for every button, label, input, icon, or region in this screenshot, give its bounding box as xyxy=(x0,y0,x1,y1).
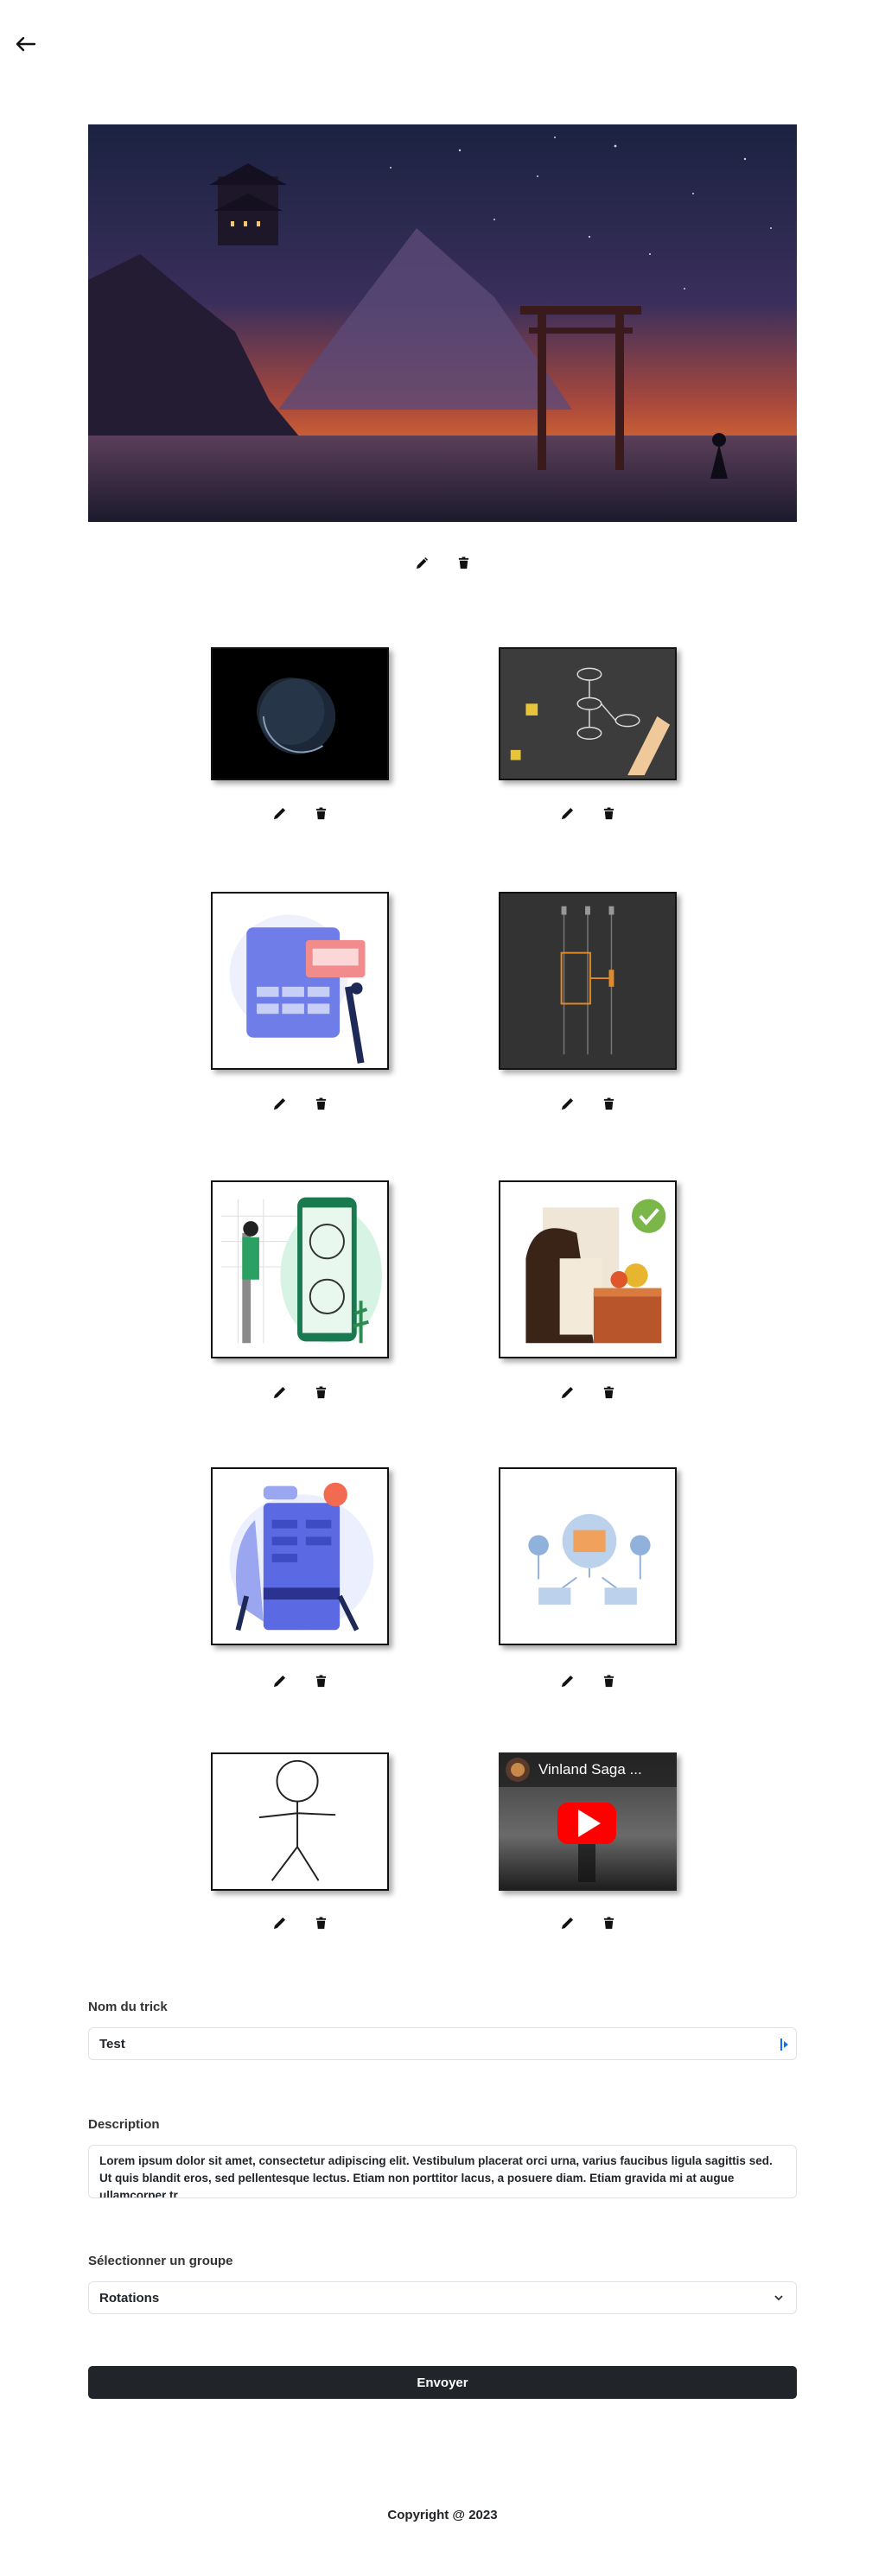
group-select[interactable]: Rotations xyxy=(88,2281,797,2314)
video-thumbnail[interactable]: Vinland Saga ... xyxy=(499,1752,677,1891)
media-thumbnail[interactable] xyxy=(211,1180,389,1358)
trash-icon xyxy=(315,1097,326,1110)
trash-icon xyxy=(603,1674,614,1687)
media-thumbnail[interactable] xyxy=(211,1752,389,1891)
trick-name-input[interactable]: Test xyxy=(88,2027,797,2060)
trash-icon xyxy=(603,806,614,819)
pencil-icon xyxy=(273,1097,285,1110)
back-button[interactable] xyxy=(12,33,38,55)
delete-media-button[interactable] xyxy=(311,1671,330,1690)
trash-icon xyxy=(603,1385,614,1398)
delete-media-button[interactable] xyxy=(311,1383,330,1402)
delete-media-button[interactable] xyxy=(599,1094,618,1113)
group-select-label: Sélectionner un groupe xyxy=(88,2254,233,2268)
trash-icon xyxy=(458,556,468,569)
trash-icon xyxy=(315,806,326,819)
trash-icon xyxy=(603,1097,614,1110)
edit-media-button[interactable] xyxy=(557,1094,576,1113)
delete-media-button[interactable] xyxy=(599,1913,618,1932)
pencil-icon xyxy=(273,1675,285,1687)
trash-icon xyxy=(315,1674,326,1687)
trash-icon xyxy=(603,1916,614,1929)
edit-media-button[interactable] xyxy=(557,1913,576,1932)
pencil-icon xyxy=(561,1386,573,1398)
pencil-icon xyxy=(273,807,285,819)
text-cursor-icon xyxy=(780,2039,788,2051)
edit-media-button[interactable] xyxy=(270,804,289,823)
video-title: Vinland Saga ... xyxy=(538,1761,642,1778)
delete-media-button[interactable] xyxy=(311,804,330,823)
edit-media-button[interactable] xyxy=(557,804,576,823)
media-thumbnail[interactable] xyxy=(211,892,389,1070)
delete-main-image-button[interactable] xyxy=(454,553,473,572)
chevron-down-icon xyxy=(774,2295,783,2301)
trash-icon xyxy=(315,1385,326,1398)
media-thumbnail[interactable] xyxy=(499,647,677,780)
pencil-icon xyxy=(561,1675,573,1687)
delete-media-button[interactable] xyxy=(599,1671,618,1690)
copyright-text: Copyright @ 2023 xyxy=(387,2508,498,2522)
trick-name-value: Test xyxy=(99,2036,125,2051)
edit-media-button[interactable] xyxy=(270,1913,289,1932)
media-thumbnail[interactable] xyxy=(211,1467,389,1645)
edit-main-image-button[interactable] xyxy=(412,553,431,572)
trick-name-label: Nom du trick xyxy=(88,2000,168,2014)
description-textarea[interactable]: Lorem ipsum dolor sit amet, consectetur … xyxy=(88,2145,797,2198)
pencil-icon xyxy=(561,807,573,819)
youtube-play-icon[interactable] xyxy=(557,1803,616,1844)
pencil-icon xyxy=(273,1917,285,1929)
pencil-icon xyxy=(416,557,428,569)
delete-media-button[interactable] xyxy=(599,1383,618,1402)
arrow-left-icon xyxy=(16,36,36,52)
submit-button[interactable]: Envoyer xyxy=(88,2366,797,2399)
delete-media-button[interactable] xyxy=(599,804,618,823)
pencil-icon xyxy=(273,1386,285,1398)
delete-media-button[interactable] xyxy=(311,1913,330,1932)
pencil-icon xyxy=(561,1097,573,1110)
media-thumbnail[interactable] xyxy=(499,892,677,1070)
media-thumbnail[interactable] xyxy=(499,1180,677,1358)
edit-media-button[interactable] xyxy=(557,1671,576,1690)
main-image xyxy=(88,124,797,522)
description-label: Description xyxy=(88,2117,160,2132)
pencil-icon xyxy=(561,1917,573,1929)
group-select-value: Rotations xyxy=(99,2290,160,2306)
edit-media-button[interactable] xyxy=(270,1671,289,1690)
delete-media-button[interactable] xyxy=(311,1094,330,1113)
media-thumbnail[interactable] xyxy=(499,1467,677,1645)
trash-icon xyxy=(315,1916,326,1929)
edit-media-button[interactable] xyxy=(270,1383,289,1402)
edit-media-button[interactable] xyxy=(557,1383,576,1402)
media-thumbnail[interactable] xyxy=(211,647,389,780)
edit-media-button[interactable] xyxy=(270,1094,289,1113)
